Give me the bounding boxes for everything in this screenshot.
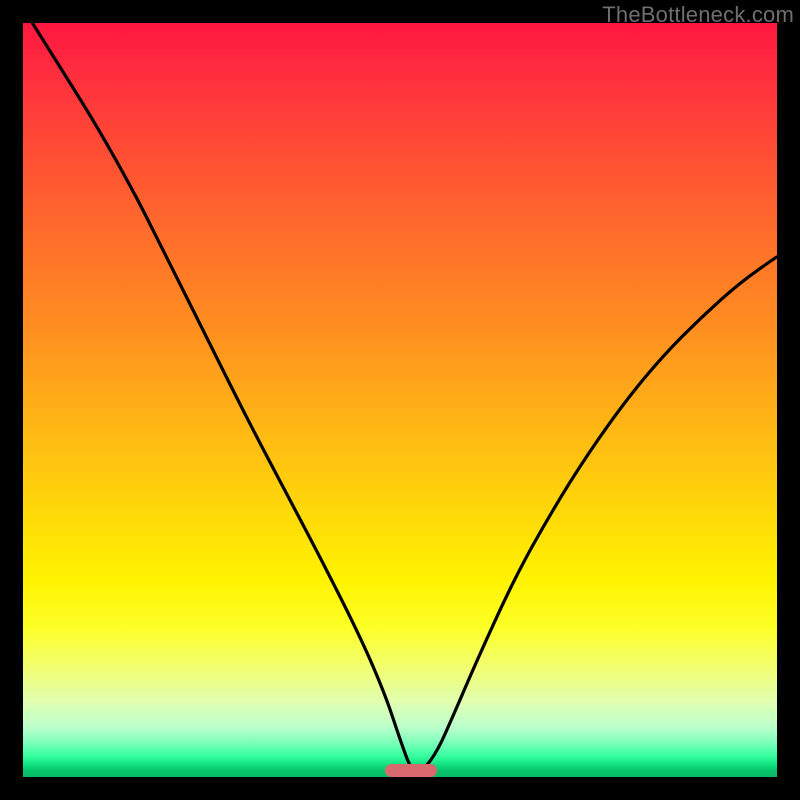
chart-frame: TheBottleneck.com: [0, 0, 800, 800]
watermark-text: TheBottleneck.com: [602, 2, 794, 28]
curve-layer: [23, 23, 777, 777]
bottleneck-curve-path: [23, 23, 777, 771]
plot-area: [23, 23, 777, 777]
optimum-marker: [385, 764, 437, 777]
